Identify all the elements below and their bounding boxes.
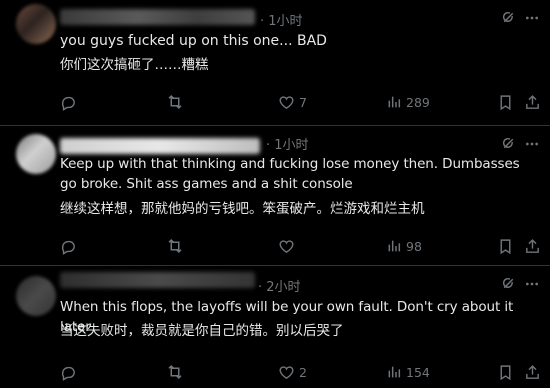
views-button[interactable]: 154: [386, 362, 430, 382]
views-icon: [388, 366, 401, 378]
post-3[interactable]: · 2小时 When this flops, the layoffs will …: [0, 266, 550, 388]
views-button[interactable]: 98: [386, 236, 422, 256]
post-2[interactable]: · 1小时 Keep up with that thinking and fuc…: [0, 126, 550, 264]
author-name-redacted[interactable]: [60, 138, 260, 154]
post-translation: 你们这次搞砸了……糟糕: [60, 57, 209, 73]
reply-icon: [61, 96, 75, 111]
grok-icon[interactable]: [500, 135, 517, 152]
avatar[interactable]: [16, 134, 56, 174]
views-icon: [388, 96, 401, 108]
post-actions: 98: [0, 236, 550, 256]
bookmark-button[interactable]: [498, 362, 513, 382]
bookmark-button[interactable]: [498, 92, 513, 112]
avatar[interactable]: [16, 276, 56, 316]
share-icon: [526, 94, 539, 109]
author-name-redacted[interactable]: [60, 9, 255, 25]
post-translation: 当这失败时，裁员就是你自己的错。别以后哭了: [60, 323, 344, 339]
bookmark-icon: [500, 364, 511, 380]
repost-button[interactable]: [166, 236, 188, 256]
repost-button[interactable]: [166, 362, 188, 382]
repost-icon: [168, 94, 182, 110]
like-count: 7: [299, 94, 307, 110]
view-count: 154: [406, 364, 430, 380]
more-icon[interactable]: [524, 10, 540, 26]
like-button[interactable]: 7: [278, 92, 307, 112]
reply-button[interactable]: [60, 362, 81, 382]
views-icon: [388, 240, 401, 252]
post-actions: 7 289: [0, 92, 550, 112]
share-button[interactable]: [524, 236, 541, 256]
post-time[interactable]: · 1小时: [266, 134, 309, 153]
view-count: 289: [406, 94, 430, 110]
avatar[interactable]: [16, 4, 56, 44]
post-time[interactable]: · 1小时: [260, 10, 303, 29]
share-button[interactable]: [524, 92, 541, 112]
post-text: you guys fucked up on this one... BAD: [60, 33, 327, 49]
like-button[interactable]: [278, 236, 299, 256]
heart-icon: [279, 365, 294, 379]
heart-icon: [279, 239, 294, 253]
share-icon: [526, 238, 539, 253]
bookmark-icon: [500, 94, 511, 110]
bookmark-button[interactable]: [498, 236, 513, 256]
more-icon[interactable]: [524, 276, 540, 292]
reply-button[interactable]: [60, 92, 81, 112]
share-button[interactable]: [524, 362, 541, 382]
reply-button[interactable]: [60, 236, 81, 256]
repost-icon: [168, 364, 182, 380]
bookmark-icon: [500, 238, 511, 254]
heart-icon: [279, 95, 294, 109]
post-time[interactable]: · 2小时: [258, 276, 301, 295]
reply-icon: [61, 240, 75, 255]
grok-icon[interactable]: [500, 275, 517, 292]
like-count: 2: [299, 364, 307, 380]
view-count: 98: [406, 238, 422, 254]
reply-icon: [61, 366, 75, 381]
repost-icon: [168, 238, 182, 254]
post-text: Keep up with that thinking and fucking l…: [60, 156, 520, 192]
like-button[interactable]: 2: [278, 362, 307, 382]
repost-button[interactable]: [166, 92, 188, 112]
more-icon[interactable]: [524, 136, 540, 152]
author-name-redacted[interactable]: [60, 272, 255, 288]
grok-icon[interactable]: [500, 9, 517, 26]
post-1[interactable]: · 1小时 you guys fucked up on this one... …: [0, 0, 550, 125]
post-translation: 继续这样想，那就他妈的亏钱吧。笨蛋破产。烂游戏和烂主机: [60, 201, 425, 217]
share-icon: [526, 364, 539, 379]
post-actions: 2 154: [0, 362, 550, 382]
views-button[interactable]: 289: [386, 92, 430, 112]
